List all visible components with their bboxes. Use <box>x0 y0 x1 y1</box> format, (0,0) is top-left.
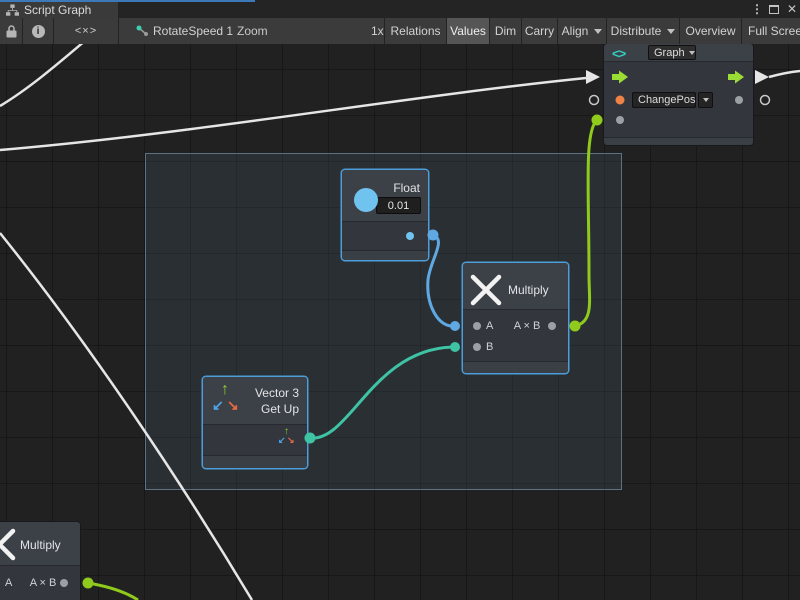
tab-title: Script Graph <box>24 3 91 17</box>
node-graph-header: <> Graph <box>604 44 753 62</box>
toolbar-button-values[interactable]: Values <box>447 18 489 44</box>
zoom-value: 1x <box>371 24 384 38</box>
graph-hierarchy-icon <box>6 4 19 17</box>
node-float[interactable]: Float 0.01 <box>342 170 428 260</box>
node-float-header <box>342 170 428 222</box>
chevron-down-icon <box>667 29 675 34</box>
arrow-down-left-icon: ↙ <box>212 397 224 414</box>
port-label-b: B <box>486 341 493 353</box>
lock-icon <box>6 25 17 38</box>
lock-button[interactable] <box>0 18 22 44</box>
port-label-axb: A × B <box>23 577 63 589</box>
port-label-a: A <box>486 320 493 332</box>
arrow-down-right-icon: ↘ <box>227 397 239 414</box>
toolbar-button-overview[interactable]: Overview <box>680 18 741 44</box>
edit-code-button[interactable]: <×> <box>54 18 118 44</box>
window-menu-button[interactable]: ⋮ <box>750 0 764 18</box>
kebab-menu-icon: ⋮ <box>751 2 763 16</box>
graph-dropdown[interactable]: Graph <box>648 45 696 60</box>
toolbar-button-align[interactable]: Align <box>558 18 606 44</box>
vector3-output-icon[interactable]: ↑ ↙ ↘ <box>277 427 297 447</box>
chevron-down-icon <box>689 51 695 55</box>
changepos-caret-button[interactable] <box>698 92 713 108</box>
float-value-input[interactable]: 0.01 <box>376 197 421 214</box>
title-bar: Script Graph ⋮ ✕ <box>0 0 800 18</box>
node-graph[interactable]: <> Graph ChangePos <box>604 44 753 145</box>
toolbar-button-relations[interactable]: Relations <box>385 18 446 44</box>
node-multiply[interactable]: Multiply A A × B B <box>463 263 568 373</box>
chevron-down-icon <box>594 29 602 34</box>
toolbar: i <×> RotateSpeed 1 Zoom 1x Relations Va… <box>0 18 800 44</box>
float-value: 0.01 <box>388 200 409 212</box>
script-graph-window: <> Graph ChangePos Float 0.01 Multiply A… <box>0 0 800 600</box>
changepos-dropdown[interactable]: ChangePos <box>632 92 696 108</box>
arrow-down-right-icon: ↘ <box>287 435 295 446</box>
node-float-title: Float <box>393 181 420 195</box>
code-brackets-icon: <> <box>612 46 625 61</box>
node-float-footer <box>342 250 428 260</box>
node-multiply-partial[interactable]: Multiply A A × B <box>0 522 80 600</box>
node-graph-footer <box>604 137 753 145</box>
node-multiply-title: Multiply <box>508 283 549 297</box>
node-multiply-partial-title: Multiply <box>20 538 61 552</box>
inspect-button[interactable]: i <box>23 18 53 44</box>
toolbar-button-distribute[interactable]: Distribute <box>607 18 679 44</box>
breadcrumb-graph-name[interactable]: RotateSpeed 1 <box>153 24 233 38</box>
node-vector3-subtitle: Get Up <box>261 402 299 416</box>
node-vector3-title: Vector 3 <box>255 386 299 400</box>
zoom-label: Zoom <box>237 24 268 38</box>
state-graph-icon[interactable] <box>136 25 149 37</box>
graph-breadcrumb-bar: RotateSpeed 1 Zoom 1x <box>119 18 384 44</box>
graph-dropdown-label: Graph <box>654 47 685 59</box>
close-button[interactable]: ✕ <box>784 0 800 18</box>
vector3-icon: ↑ ↙ ↘ <box>209 381 247 421</box>
toolbar-button-dim[interactable]: Dim <box>490 18 521 44</box>
arrow-down-left-icon: ↙ <box>278 435 286 446</box>
info-icon: i <box>32 25 45 38</box>
tab-script-graph[interactable]: Script Graph <box>0 2 118 18</box>
changepos-label: ChangePos <box>638 94 696 106</box>
code-icon: <×> <box>75 25 97 37</box>
chevron-down-icon <box>703 98 709 102</box>
node-multiply-footer <box>463 361 568 373</box>
node-vector3-footer <box>203 455 307 468</box>
maximize-button[interactable] <box>766 0 782 18</box>
port-label-a: A <box>5 577 12 589</box>
port-label-axb: A × B <box>505 320 549 332</box>
maximize-icon <box>769 5 779 14</box>
node-vector3[interactable]: ↑ ↙ ↘ Vector 3 Get Up ↑ ↙ ↘ <box>203 377 307 468</box>
toolbar-button-fullscreen[interactable]: Full Screen <box>742 18 800 44</box>
toolbar-button-carry[interactable]: Carry <box>522 18 557 44</box>
close-icon: ✕ <box>787 2 797 16</box>
